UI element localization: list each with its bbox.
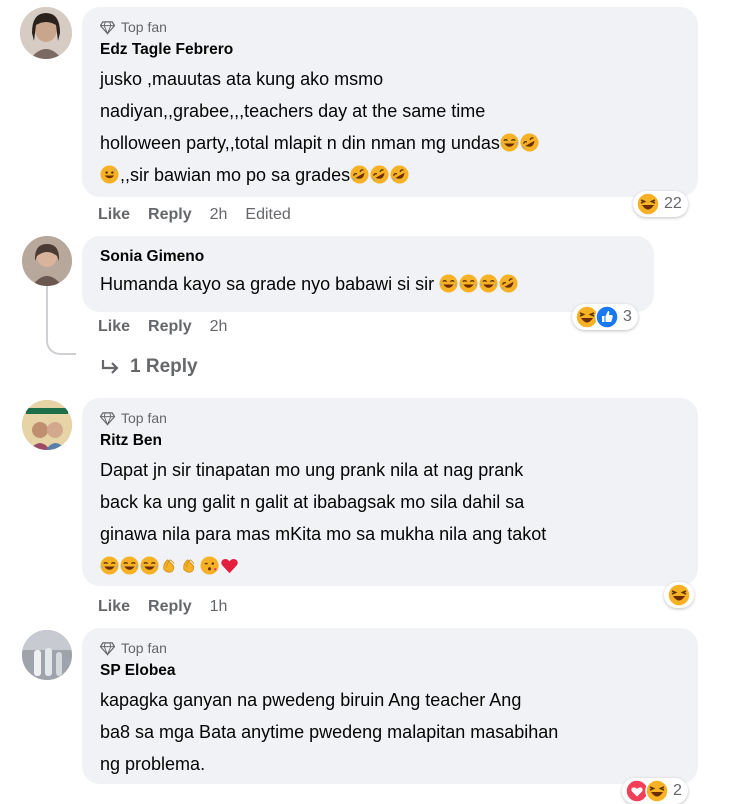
top-fan-diamond-icon — [100, 411, 115, 426]
heart-emoji-icon — [220, 556, 239, 575]
like-button[interactable]: Like — [98, 206, 130, 224]
laugh-tears-emoji-icon — [459, 274, 478, 293]
comment-text: Dapat jn sir tinapatan mo ung prank nila… — [100, 454, 684, 582]
comment-line: Humanda kayo sa grade nyo babawi si sir — [100, 274, 435, 294]
top-fan-label: Top fan — [121, 410, 167, 426]
avatar[interactable] — [22, 400, 72, 450]
view-replies-label: 1 Reply — [130, 356, 198, 377]
thread-line — [46, 283, 76, 355]
laugh-tears-emoji-icon — [100, 556, 119, 575]
comment-text: Humanda kayo sa grade nyo babawi si sir — [100, 268, 640, 300]
timestamp[interactable]: 2h — [210, 318, 228, 336]
comment-actions: Like Reply 1h — [98, 596, 227, 618]
comment-author[interactable]: Sonia Gimeno — [100, 246, 640, 268]
comment-bubble: Sonia Gimeno Humanda kayo sa grade nyo b… — [82, 236, 654, 312]
edited-label[interactable]: Edited — [245, 206, 290, 224]
like-button[interactable]: Like — [98, 318, 130, 336]
top-fan-diamond-icon — [100, 20, 115, 35]
laugh-tears-emoji-icon — [439, 274, 458, 293]
reaction-summary[interactable]: 2 — [622, 778, 688, 804]
comment-line: nadiyan,,grabee,,,teachers day at the sa… — [100, 101, 486, 121]
reply-button[interactable]: Reply — [148, 598, 192, 616]
like-reaction-icon — [595, 305, 619, 329]
comment-text: jusko ,mauutas ata kung ako msmo nadiyan… — [100, 63, 684, 191]
top-fan-diamond-icon — [100, 641, 115, 656]
comment-text: kapagka ganyan na pwedeng biruin Ang tea… — [100, 684, 684, 780]
top-fan-label: Top fan — [121, 640, 167, 656]
top-fan-label: Top fan — [121, 19, 167, 35]
reaction-count: 3 — [623, 308, 632, 325]
comment-line: ba8 sa mga Bata anytime pwedeng malapita… — [100, 722, 559, 742]
comment-author[interactable]: SP Elobea — [100, 660, 684, 682]
top-fan-badge: Top fan — [100, 17, 684, 37]
wink-kiss-emoji-icon — [200, 556, 219, 575]
comment-bubble: Top fan Edz Tagle Febrero jusko ,mauutas… — [82, 7, 698, 197]
rofl-emoji-icon — [370, 165, 389, 184]
top-fan-badge: Top fan — [100, 408, 684, 428]
timestamp[interactable]: 2h — [210, 206, 228, 224]
comment-line: ,,sir bawian mo po sa grades — [100, 159, 684, 191]
reaction-count: 22 — [664, 195, 682, 212]
haha-reaction-icon — [636, 192, 660, 216]
clap-emoji-icon — [160, 556, 179, 575]
grin-sweat-emoji-icon — [100, 165, 119, 184]
haha-reaction-icon — [645, 779, 669, 803]
reply-button[interactable]: Reply — [148, 318, 192, 336]
rofl-emoji-icon — [520, 133, 539, 152]
comment-author[interactable]: Edz Tagle Febrero — [100, 39, 684, 61]
comment-line: jusko ,mauutas ata kung ako msmo — [100, 69, 384, 89]
comment-line: kapagka ganyan na pwedeng biruin Ang tea… — [100, 690, 522, 710]
timestamp[interactable]: 1h — [210, 598, 228, 616]
reply-arrow-icon — [101, 360, 119, 374]
reaction-count: 2 — [673, 782, 682, 799]
comment-bubble: Top fan Ritz Ben Dapat jn sir tinapatan … — [82, 398, 698, 586]
reaction-summary[interactable]: 3 — [572, 304, 638, 330]
laugh-tears-emoji-icon — [140, 556, 159, 575]
rofl-emoji-icon — [499, 274, 518, 293]
haha-reaction-icon — [667, 583, 691, 607]
comment-line — [100, 550, 684, 582]
rofl-emoji-icon — [390, 165, 409, 184]
comment-line: holloween party,,total mlapit n din nman… — [100, 127, 684, 159]
comment-line: back ka ung galit n galit at ibabagsak m… — [100, 492, 525, 512]
laugh-tears-emoji-icon — [120, 556, 139, 575]
comment-line: ginawa nila para mas mKita mo sa mukha n… — [100, 524, 547, 544]
laugh-tears-emoji-icon — [500, 133, 519, 152]
view-replies-link[interactable]: 1 Reply — [100, 356, 198, 378]
rofl-emoji-icon — [350, 165, 369, 184]
like-button[interactable]: Like — [98, 598, 130, 616]
comment-line: ng problema. — [100, 754, 206, 774]
comment-bubble: Top fan SP Elobea kapagka ganyan na pwed… — [82, 628, 698, 784]
avatar[interactable] — [22, 630, 72, 680]
laugh-tears-emoji-icon — [479, 274, 498, 293]
top-fan-badge: Top fan — [100, 638, 684, 658]
avatar[interactable] — [22, 236, 72, 286]
comment-author[interactable]: Ritz Ben — [100, 430, 684, 452]
comment-actions: Like Reply 2h Edited — [98, 204, 291, 226]
clap-emoji-icon — [180, 556, 199, 575]
comment-actions: Like Reply 2h — [98, 316, 227, 338]
reaction-summary[interactable]: 22 — [633, 191, 688, 217]
avatar[interactable] — [20, 7, 72, 59]
comment-line: Dapat jn sir tinapatan mo ung prank nila… — [100, 460, 524, 480]
reply-button[interactable]: Reply — [148, 206, 192, 224]
reaction-summary[interactable] — [664, 582, 694, 608]
